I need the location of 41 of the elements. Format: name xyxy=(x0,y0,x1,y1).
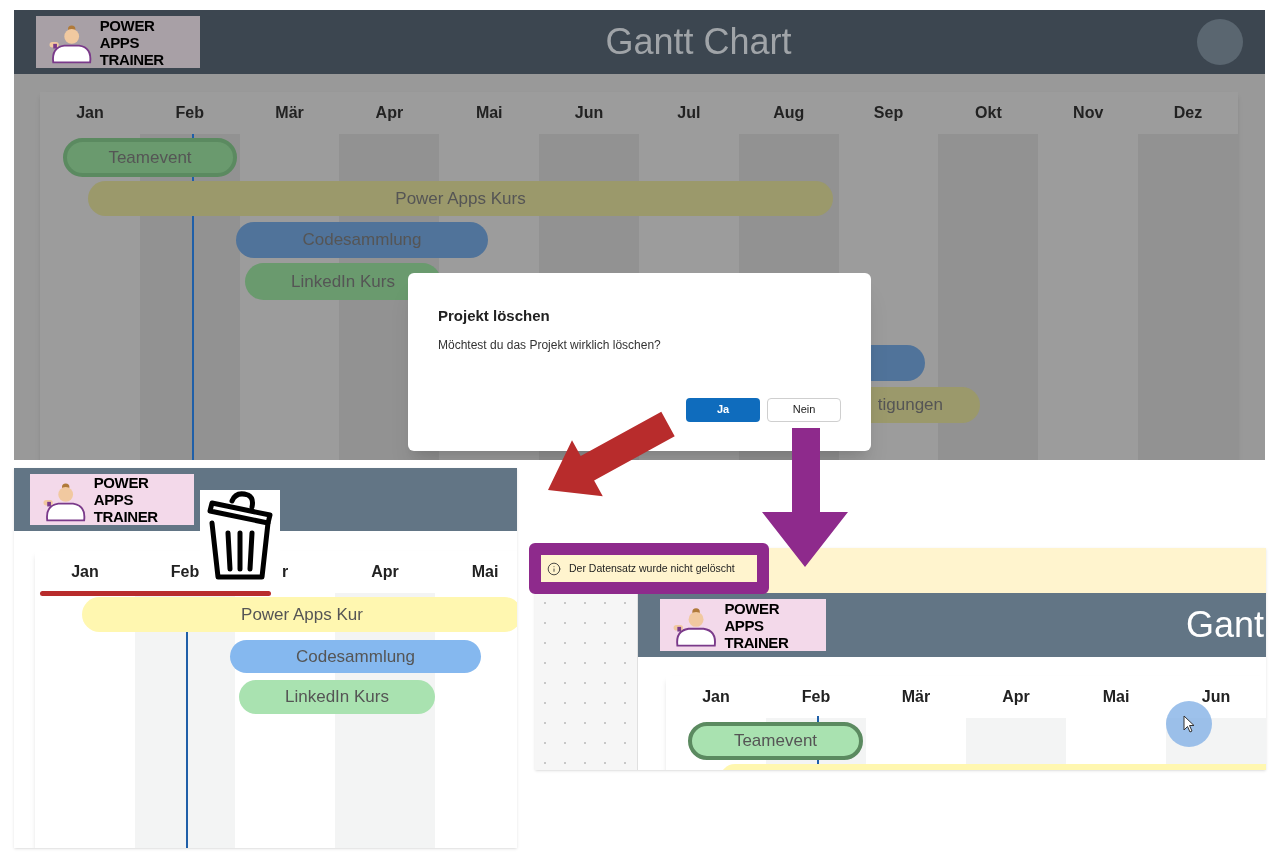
month-label: Apr xyxy=(375,103,404,123)
month-label: Jan xyxy=(71,562,99,582)
month-label: Dez xyxy=(1173,103,1203,123)
notification-text: Der Datensatz wurde nicht gelöscht xyxy=(569,560,735,576)
avatar-placeholder xyxy=(1197,19,1243,65)
app-title: Gantt Chart xyxy=(605,20,792,64)
month-label: Mär xyxy=(901,687,931,707)
dialog-title: Projekt löschen xyxy=(438,306,551,326)
month-label: Sep xyxy=(873,103,904,123)
gantt-bar[interactable]: Power Apps Kurs xyxy=(88,181,833,216)
month-label: Mai xyxy=(471,562,499,582)
month-label: Jun xyxy=(574,103,604,123)
month-label: r xyxy=(281,562,289,582)
month-label: Okt xyxy=(975,103,1002,123)
cancel-button[interactable]: Nein xyxy=(767,397,841,422)
month-label: Feb xyxy=(170,562,200,582)
cursor-icon xyxy=(1183,715,1195,733)
month-label: Feb xyxy=(175,103,204,123)
month-label: Mai xyxy=(475,103,503,123)
info-icon xyxy=(547,561,561,576)
month-label: Apr xyxy=(1002,687,1030,707)
app-title: Gant xyxy=(1185,603,1265,647)
month-label: Mär xyxy=(275,103,304,123)
month-label: Apr xyxy=(371,562,399,582)
logo-text: POWER APPS TRAINER xyxy=(99,16,165,68)
gantt-bar[interactable]: Teamevent xyxy=(688,722,863,760)
month-label: Jan xyxy=(76,103,104,123)
month-label: Mai xyxy=(1102,687,1130,707)
month-label: Jun xyxy=(1201,687,1231,707)
gantt-bar[interactable]: Codesammlung xyxy=(230,640,481,673)
month-label: Aug xyxy=(773,103,805,123)
confirm-button[interactable]: Ja xyxy=(686,397,760,422)
month-label: Jul xyxy=(677,103,701,123)
month-label: Jan xyxy=(702,687,730,707)
gantt-bar[interactable]: LinkedIn Kurs xyxy=(239,680,435,714)
month-label: Nov xyxy=(1073,103,1104,123)
month-label: Feb xyxy=(801,687,831,707)
gantt-bar[interactable]: Power Apps Kur xyxy=(82,597,517,632)
dialog-message: Möchtest du das Projekt wirklich löschen? xyxy=(438,336,662,354)
logo-text: POWER APPS TRAINER xyxy=(93,474,159,525)
logo-text: POWER APPS TRAINER xyxy=(724,599,790,651)
